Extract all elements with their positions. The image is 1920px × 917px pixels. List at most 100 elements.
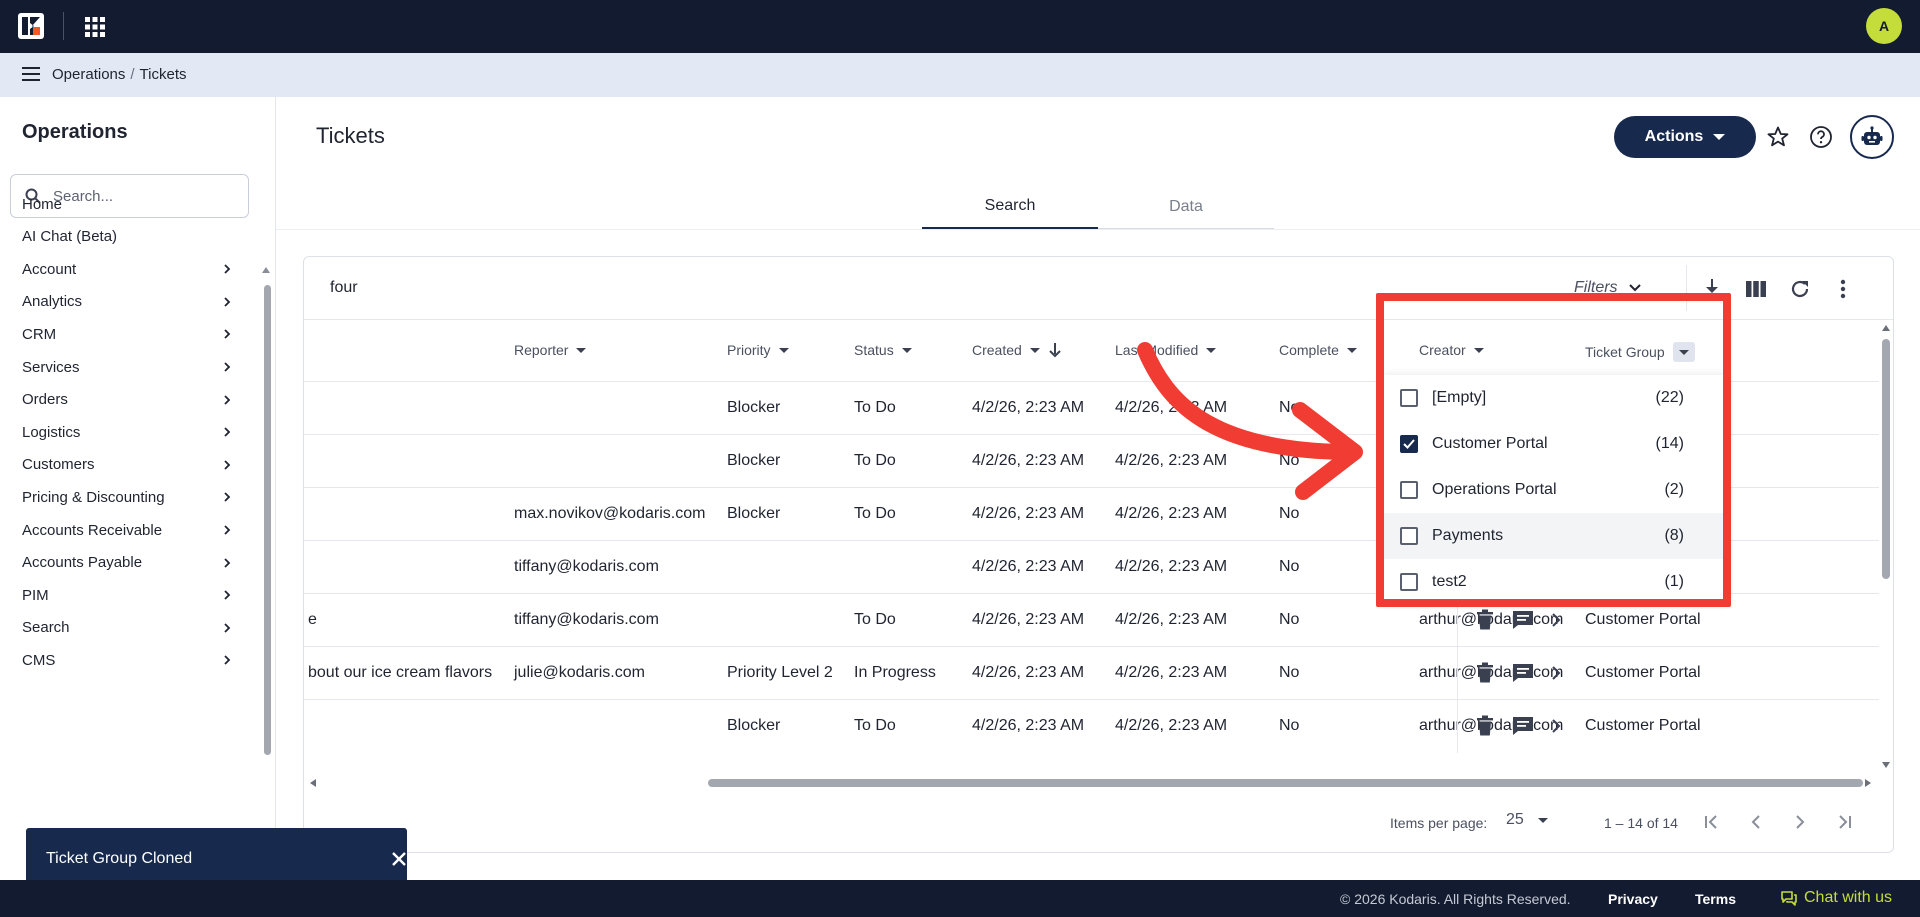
trash-icon[interactable] bbox=[1476, 609, 1494, 631]
comment-icon[interactable] bbox=[1512, 609, 1534, 631]
column-header-status[interactable]: Status bbox=[854, 342, 912, 358]
sidebar-item-pricing-discounting[interactable]: Pricing & Discounting bbox=[22, 483, 232, 511]
filters-toggle[interactable]: Filters bbox=[1574, 279, 1642, 297]
next-page-button[interactable] bbox=[1786, 808, 1814, 836]
cell-reporter: tiffany@kodaris.com bbox=[514, 558, 659, 575]
column-header-reporter[interactable]: Reporter bbox=[514, 342, 587, 358]
cell-complete: No bbox=[1279, 505, 1300, 522]
checkbox-checked[interactable] bbox=[1400, 435, 1418, 453]
comment-icon[interactable] bbox=[1512, 715, 1534, 737]
breadcrumb-operations[interactable]: Operations bbox=[52, 66, 125, 83]
filter-option-label: test2 bbox=[1432, 573, 1467, 590]
checkbox[interactable] bbox=[1400, 389, 1418, 407]
table-row[interactable]: Blocker To Do 4/2/26, 2:23 AM 4/2/26, 2:23 … bbox=[304, 699, 1879, 753]
sidebar-item-cms[interactable]: CMS bbox=[22, 646, 232, 674]
filter-option-customer-portal[interactable]: Customer Portal (14) bbox=[1384, 421, 1726, 467]
sidebar-scroll-up[interactable] bbox=[262, 267, 270, 273]
ai-assistant-button[interactable] bbox=[1850, 115, 1894, 159]
sidebar-item-pim[interactable]: PIM bbox=[22, 581, 232, 609]
column-label: Created bbox=[972, 342, 1022, 358]
column-header-complete[interactable]: Complete bbox=[1279, 342, 1357, 358]
sidebar-item-analytics[interactable]: Analytics bbox=[22, 288, 232, 316]
last-page-button[interactable] bbox=[1830, 808, 1858, 836]
search-query[interactable]: four bbox=[330, 279, 358, 297]
caret-down-icon bbox=[1029, 347, 1040, 353]
user-avatar[interactable]: A bbox=[1866, 8, 1902, 44]
chevron-right-icon[interactable] bbox=[1550, 612, 1562, 628]
table-scroll-down[interactable] bbox=[1882, 762, 1890, 768]
table-vertical-scrollbar[interactable] bbox=[1882, 339, 1890, 579]
column-header-creator[interactable]: Creator bbox=[1419, 342, 1484, 358]
sidebar-item-label: Logistics bbox=[22, 423, 81, 441]
sidebar-item-accounts-payable[interactable]: Accounts Payable bbox=[22, 549, 232, 577]
trash-icon[interactable] bbox=[1476, 715, 1494, 737]
column-header-ticket-group[interactable]: Ticket Group bbox=[1585, 342, 1695, 362]
sort-descending-icon[interactable] bbox=[1048, 342, 1062, 358]
cell-priority: Blocker bbox=[727, 399, 781, 416]
filter-option-payments[interactable]: Payments (8) bbox=[1384, 513, 1726, 559]
ticket-group-filter-dropdown: [Empty] (22) Customer Portal (14) Operations… bbox=[1384, 375, 1726, 600]
kodaris-logo[interactable] bbox=[18, 13, 44, 39]
help-icon[interactable] bbox=[1809, 125, 1833, 149]
actions-label: Actions bbox=[1644, 128, 1704, 145]
sidebar-item-search[interactable]: Search bbox=[22, 614, 232, 642]
cell-title: bout our ice cream flavors bbox=[308, 664, 493, 681]
checkbox[interactable] bbox=[1400, 481, 1418, 499]
sidebar-item-crm[interactable]: CRM bbox=[22, 320, 232, 348]
chat-label: Chat with us bbox=[1804, 889, 1893, 906]
apps-grid-icon[interactable] bbox=[84, 16, 106, 38]
tab-data[interactable]: Data bbox=[1098, 185, 1274, 229]
chevron-right-icon bbox=[224, 362, 231, 372]
sidebar-item-account[interactable]: Account bbox=[22, 255, 232, 283]
hamburger-menu-icon[interactable] bbox=[22, 66, 40, 82]
sidebar-item-accounts-receivable[interactable]: Accounts Receivable bbox=[22, 516, 232, 544]
table-horizontal-scrollbar[interactable] bbox=[708, 779, 1863, 787]
filter-option-operations-portal[interactable]: Operations Portal (2) bbox=[1384, 467, 1726, 513]
filter-option-empty[interactable]: [Empty] (22) bbox=[1384, 375, 1726, 421]
top-bar: A bbox=[0, 0, 1920, 53]
refresh-icon[interactable] bbox=[1788, 277, 1812, 301]
checkbox[interactable] bbox=[1400, 573, 1418, 591]
column-header-priority[interactable]: Priority bbox=[727, 342, 789, 358]
column-header-created[interactable]: Created bbox=[972, 342, 1062, 358]
sidebar-item-services[interactable]: Services bbox=[22, 353, 232, 381]
actions-button[interactable]: Actions bbox=[1614, 116, 1756, 158]
items-per-page-select[interactable]: 25 bbox=[1506, 811, 1548, 829]
columns-icon[interactable] bbox=[1744, 277, 1768, 301]
comment-icon[interactable] bbox=[1512, 662, 1534, 684]
privacy-link[interactable]: Privacy bbox=[1608, 891, 1658, 907]
table-row[interactable]: bout our ice cream flavors julie@kodaris.… bbox=[304, 646, 1879, 700]
table-scroll-up[interactable] bbox=[1882, 325, 1890, 331]
sidebar-item-orders[interactable]: Orders bbox=[22, 386, 232, 414]
chevron-left-icon bbox=[1751, 815, 1760, 829]
download-icon[interactable] bbox=[1700, 277, 1724, 301]
chevron-right-icon[interactable] bbox=[1550, 665, 1562, 681]
sidebar-scrollbar[interactable] bbox=[264, 285, 271, 755]
terms-link[interactable]: Terms bbox=[1695, 891, 1736, 907]
chat-with-us-link[interactable]: Chat with us bbox=[1780, 889, 1892, 907]
cell-priority: Blocker bbox=[727, 717, 781, 734]
close-icon[interactable] bbox=[390, 850, 408, 868]
filter-option-test2[interactable]: test2 (1) bbox=[1384, 559, 1726, 605]
sidebar-item-home[interactable]: Home bbox=[22, 190, 232, 218]
column-filter-toggle[interactable] bbox=[1672, 342, 1695, 362]
sidebar-item-logistics[interactable]: Logistics bbox=[22, 418, 232, 446]
more-vert-icon[interactable] bbox=[1831, 277, 1855, 301]
filter-option-count: (1) bbox=[1664, 573, 1684, 590]
sidebar-item-ai-chat-beta[interactable]: AI Chat (Beta) bbox=[22, 223, 232, 251]
chevron-right-icon[interactable] bbox=[1550, 718, 1562, 734]
table-scroll-left[interactable] bbox=[310, 779, 316, 787]
sidebar-item-customers[interactable]: Customers bbox=[22, 451, 232, 479]
cell-complete: No bbox=[1279, 558, 1300, 575]
column-header-last-modified[interactable]: Last Modified bbox=[1115, 342, 1217, 358]
chevron-right-icon bbox=[224, 297, 231, 307]
caret-down-icon bbox=[778, 347, 789, 353]
first-page-button[interactable] bbox=[1698, 808, 1726, 836]
cell-ticket-group: Customer Portal bbox=[1585, 717, 1701, 734]
table-scroll-right[interactable] bbox=[1865, 779, 1871, 787]
tab-search[interactable]: Search bbox=[922, 185, 1098, 229]
star-icon[interactable] bbox=[1766, 125, 1790, 149]
checkbox[interactable] bbox=[1400, 527, 1418, 545]
trash-icon[interactable] bbox=[1476, 662, 1494, 684]
previous-page-button[interactable] bbox=[1742, 808, 1770, 836]
